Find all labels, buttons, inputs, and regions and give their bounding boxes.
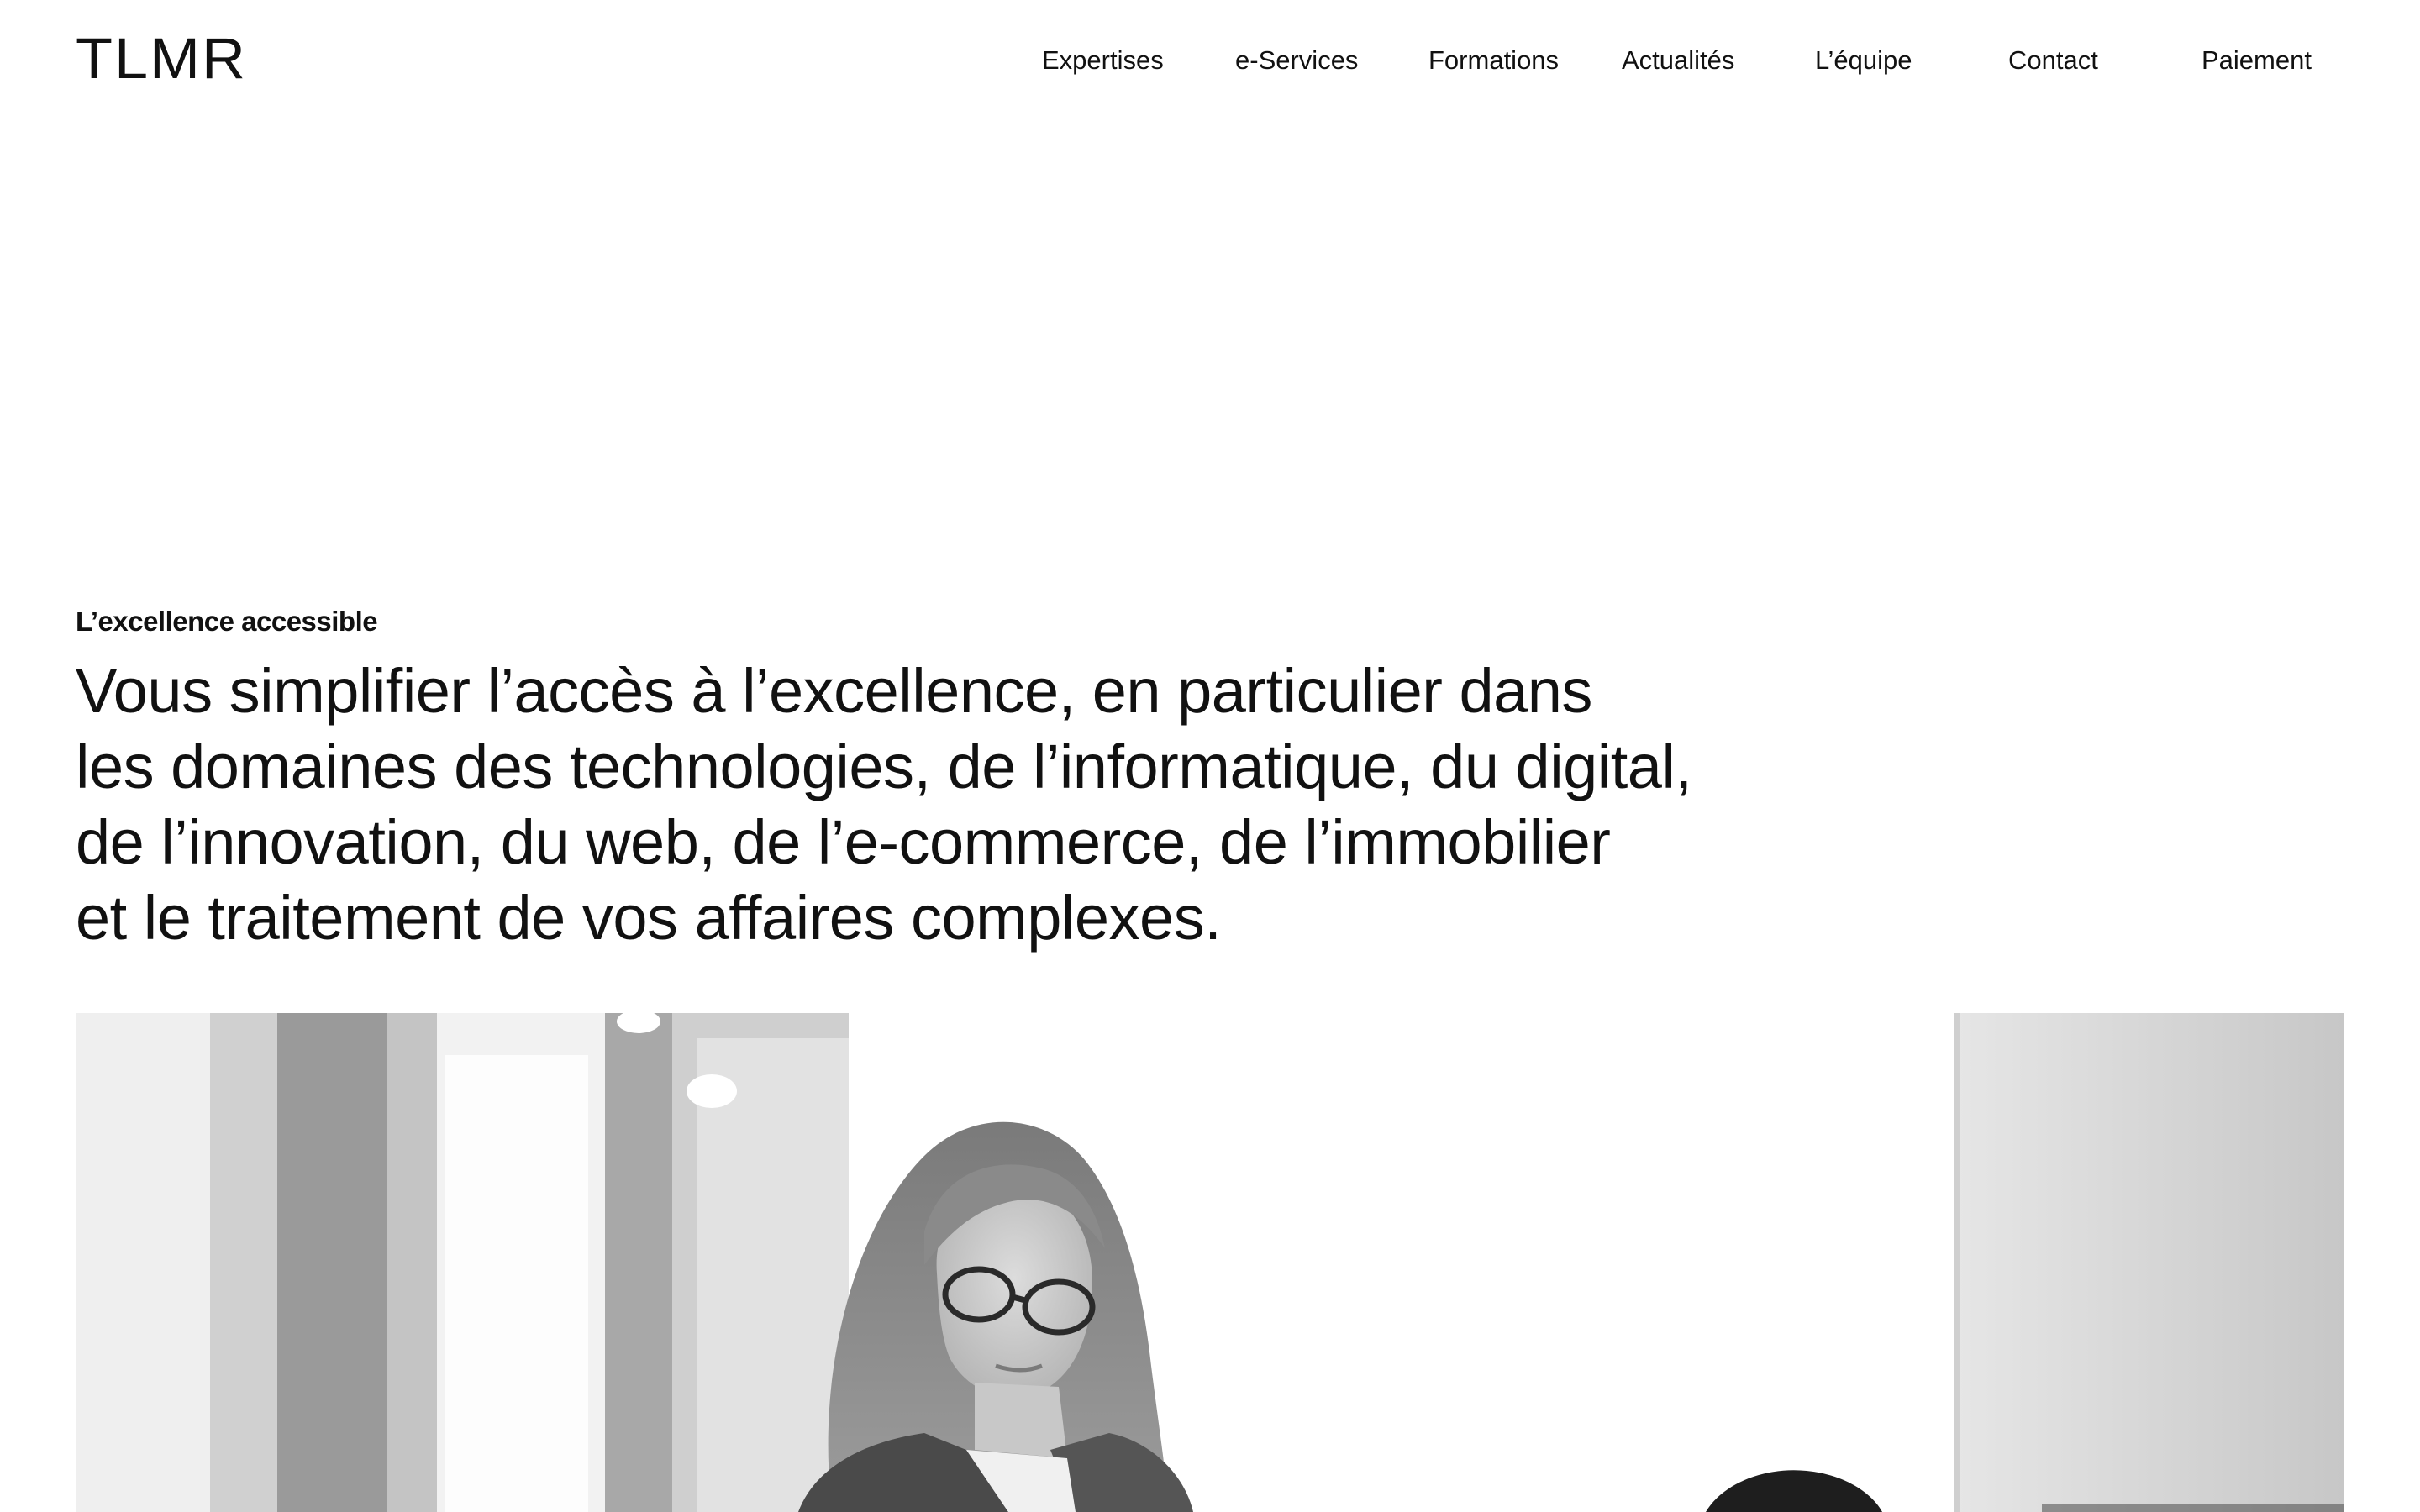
nav-item-paiement[interactable]: Paiement: [2202, 44, 2312, 77]
hero-headline-line: Vous simplifier l’accès à l’excellence, …: [76, 656, 1592, 726]
nav-item-equipe[interactable]: L’équipe: [1815, 44, 1912, 77]
office-photo-illustration: [76, 1013, 2344, 1512]
hero-eyebrow: L’excellence accessible: [76, 606, 378, 637]
hero-headline: Vous simplifier l’accès à l’excellence, …: [76, 654, 1840, 956]
nav-item-contact[interactable]: Contact: [2008, 44, 2098, 77]
hero-headline-line: de l’innovation, du web, de l’e-commerce…: [76, 807, 1611, 877]
main-nav: Expertises e-Services Formations Actuali…: [0, 44, 2420, 77]
nav-item-formations[interactable]: Formations: [1428, 44, 1559, 77]
nav-item-e-services[interactable]: e-Services: [1235, 44, 1358, 77]
hero-headline-line: les domaines des technologies, de l’info…: [76, 732, 1692, 801]
page: TLMR Expertises e-Services Formations Ac…: [0, 0, 2420, 1512]
hero-photo: [76, 1013, 2344, 1512]
nav-item-expertises[interactable]: Expertises: [1042, 44, 1164, 77]
hero-headline-line: et le traitement de vos affaires complex…: [76, 883, 1222, 953]
nav-item-actualites[interactable]: Actualités: [1622, 44, 1734, 77]
site-header: TLMR Expertises e-Services Formations Ac…: [0, 0, 2420, 118]
